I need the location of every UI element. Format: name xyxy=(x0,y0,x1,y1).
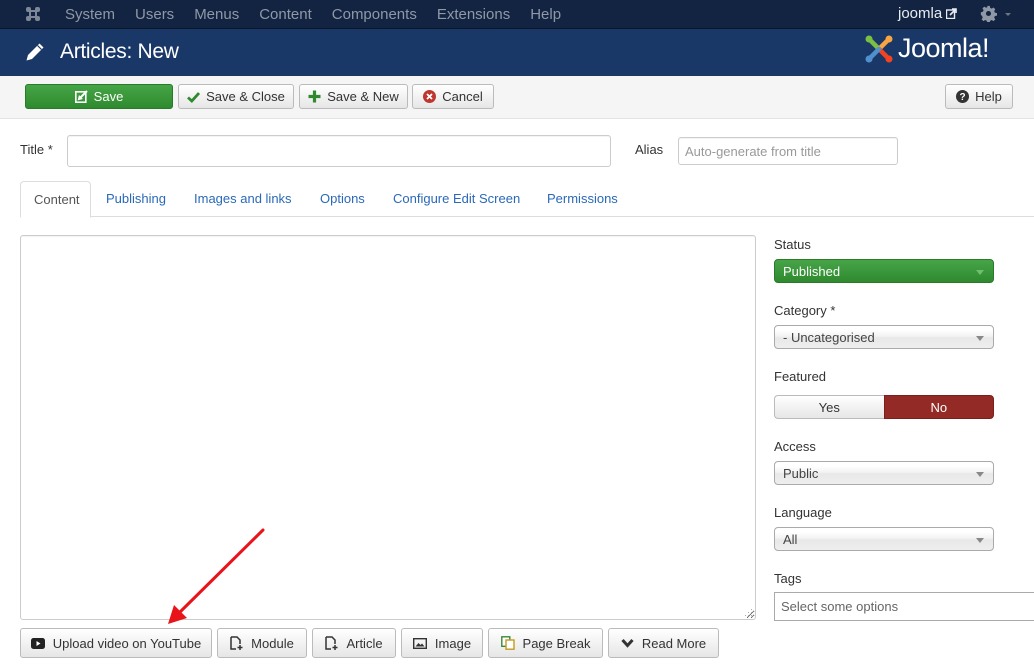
menu-menus[interactable]: Menus xyxy=(184,6,249,23)
help-button[interactable]: ? Help xyxy=(945,84,1013,109)
cancel-circle-icon xyxy=(423,90,437,103)
upload-youtube-button[interactable]: Upload video on YouTube xyxy=(20,628,212,658)
brand-name: Joomla! xyxy=(898,33,990,63)
page-header: Articles: New Joomla! xyxy=(0,29,1034,76)
tags-input[interactable]: Select some options xyxy=(774,592,1034,621)
external-link-icon xyxy=(946,8,957,19)
cancel-button[interactable]: Cancel xyxy=(412,84,494,109)
insert-article-button[interactable]: Article xyxy=(312,628,396,658)
alias-label: Alias xyxy=(635,142,664,157)
language-value: All xyxy=(783,531,798,547)
file-add-icon xyxy=(230,636,243,650)
upload-youtube-label: Upload video on YouTube xyxy=(52,635,202,651)
youtube-play-icon xyxy=(30,637,45,649)
main-menu: System Users Menus Content Components Ex… xyxy=(55,0,571,29)
language-select[interactable]: All xyxy=(774,527,994,551)
menu-system[interactable]: System xyxy=(55,6,125,23)
menu-content[interactable]: Content xyxy=(249,6,322,23)
access-select[interactable]: Public xyxy=(774,461,994,485)
page-break-button[interactable]: Page Break xyxy=(488,628,603,658)
title-input[interactable] xyxy=(67,135,611,167)
read-more-label: Read More xyxy=(641,635,707,651)
site-link[interactable]: joomla xyxy=(898,5,957,22)
resize-handle-icon[interactable] xyxy=(744,608,753,617)
joomla-icon[interactable] xyxy=(24,5,42,23)
dropdown-caret-icon xyxy=(976,336,984,341)
tab-configure-edit-screen[interactable]: Configure Edit Screen xyxy=(380,181,533,217)
status-label: Status xyxy=(774,237,811,252)
save-new-button[interactable]: Save & New xyxy=(299,84,408,109)
article-text-editor[interactable] xyxy=(20,235,756,620)
insert-module-button[interactable]: Module xyxy=(217,628,307,658)
joomla-logo-icon xyxy=(865,35,893,62)
joomla-brand-logo: Joomla! xyxy=(864,33,990,64)
top-navbar: System Users Menus Content Components Ex… xyxy=(0,0,1034,29)
page-title: Articles: New xyxy=(60,40,179,63)
pencil-icon xyxy=(26,43,44,61)
checkmark-icon xyxy=(187,91,201,103)
gear-icon[interactable] xyxy=(980,5,997,22)
access-label: Access xyxy=(774,439,816,454)
insert-image-button[interactable]: Image xyxy=(401,628,483,658)
category-value: - Uncategorised xyxy=(783,329,875,345)
title-label: Title * xyxy=(20,142,53,157)
menu-extensions[interactable]: Extensions xyxy=(427,6,520,23)
tab-images-links[interactable]: Images and links xyxy=(181,181,305,217)
picture-icon xyxy=(412,637,427,649)
toolbar: Save Save & Close Save & New Cancel ? He… xyxy=(0,76,1034,119)
tab-permissions[interactable]: Permissions xyxy=(534,181,631,217)
cancel-label: Cancel xyxy=(442,89,483,104)
help-label: Help xyxy=(975,89,1002,104)
read-more-button[interactable]: Read More xyxy=(608,628,719,658)
dropdown-caret-icon xyxy=(976,538,984,543)
tab-content[interactable]: Content xyxy=(20,181,91,218)
save-label: Save xyxy=(93,89,124,104)
question-circle-icon: ? xyxy=(956,90,970,103)
status-select[interactable]: Published xyxy=(774,259,994,283)
save-close-button[interactable]: Save & Close xyxy=(178,84,294,109)
alias-input[interactable] xyxy=(678,137,898,165)
tags-label: Tags xyxy=(774,571,802,586)
file-add-icon xyxy=(325,636,338,650)
tab-options[interactable]: Options xyxy=(307,181,378,217)
copy-pages-icon xyxy=(500,636,515,650)
edit-tabs: Content Publishing Images and links Opti… xyxy=(20,181,1034,218)
plus-icon xyxy=(308,90,321,103)
featured-toggle: Yes No xyxy=(774,395,994,419)
insert-article-label: Article xyxy=(346,635,383,651)
save-close-label: Save & Close xyxy=(206,89,285,104)
dropdown-caret-icon xyxy=(976,472,984,477)
chevron-down-icon xyxy=(621,638,634,648)
save-new-label: Save & New xyxy=(327,89,399,104)
featured-yes-button[interactable]: Yes xyxy=(774,395,884,419)
access-value: Public xyxy=(783,465,819,481)
featured-no-button[interactable]: No xyxy=(883,395,994,419)
category-label: Category * xyxy=(774,303,836,318)
status-value: Published xyxy=(783,263,841,279)
menu-users[interactable]: Users xyxy=(125,6,184,23)
category-select[interactable]: - Uncategorised xyxy=(774,325,994,349)
save-button[interactable]: Save xyxy=(25,84,173,109)
dropdown-caret-icon xyxy=(976,270,984,275)
menu-help[interactable]: Help xyxy=(520,6,571,23)
insert-image-label: Image xyxy=(434,635,472,651)
insert-module-label: Module xyxy=(251,635,294,651)
language-label: Language xyxy=(774,505,832,520)
settings-dropdown-caret[interactable] xyxy=(1005,13,1011,16)
svg-text:?: ? xyxy=(960,92,966,103)
page-break-label: Page Break xyxy=(522,635,591,651)
site-link-label: joomla xyxy=(898,5,943,22)
tab-publishing[interactable]: Publishing xyxy=(93,181,179,217)
menu-components[interactable]: Components xyxy=(322,6,427,23)
featured-label: Featured xyxy=(774,369,827,384)
tags-placeholder: Select some options xyxy=(781,599,899,614)
edit-icon xyxy=(74,90,88,103)
